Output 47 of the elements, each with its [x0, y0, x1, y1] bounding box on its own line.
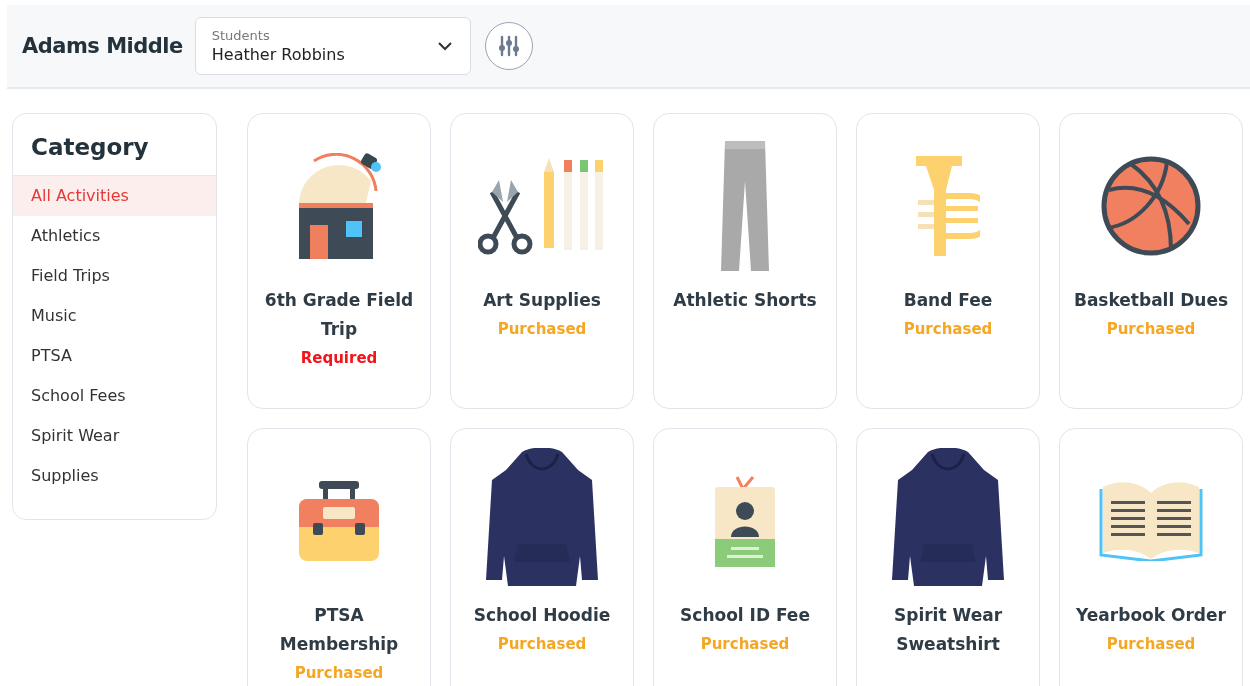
activity-status: Required: [300, 348, 378, 369]
activity-title: Basketball Dues: [1073, 289, 1229, 312]
trumpet-icon: [916, 156, 980, 256]
activity-title: Art Supplies: [483, 289, 601, 312]
activity-title: Yearbook Order: [1076, 604, 1226, 627]
activity-title: School ID Fee: [680, 604, 810, 627]
activity-card[interactable]: Yearbook Order Purchased: [1059, 428, 1243, 686]
open-book-icon: [1099, 481, 1203, 561]
category-item[interactable]: Music: [13, 296, 216, 336]
category-item[interactable]: Field Trips: [13, 256, 216, 296]
activity-status: Purchased: [903, 319, 993, 340]
activity-status: Purchased: [700, 634, 790, 655]
category-item[interactable]: Athletics: [13, 216, 216, 256]
activity-card[interactable]: Art Supplies Purchased: [450, 113, 634, 409]
activity-card[interactable]: 6th Grade Field Trip Required: [247, 113, 431, 409]
basketball-icon: [1101, 156, 1201, 256]
activity-status: Purchased: [1106, 634, 1196, 655]
activity-title: School Hoodie: [473, 604, 611, 627]
activity-title: Athletic Shorts: [673, 289, 817, 312]
chevron-down-icon: [437, 41, 452, 51]
activity-card[interactable]: School Hoodie Purchased: [450, 428, 634, 686]
activity-title: 6th Grade Field Trip: [263, 289, 415, 341]
activity-status: Purchased: [497, 634, 587, 655]
sweatpants-icon: [721, 139, 769, 273]
bag-icon: [297, 479, 381, 563]
activity-title: Spirit Wear Sweatshirt: [893, 604, 1003, 656]
activity-card[interactable]: Athletic Shorts: [653, 113, 837, 409]
activity-status: Purchased: [1106, 319, 1196, 340]
filter-button[interactable]: [484, 22, 533, 70]
activity-card[interactable]: Band Fee Purchased: [856, 113, 1040, 409]
activity-card[interactable]: Basketball Dues Purchased: [1059, 113, 1243, 409]
activity-title: PTSA Membership: [278, 604, 400, 656]
school-name: Adams Middle: [22, 34, 183, 58]
category-item[interactable]: Spirit Wear: [13, 416, 216, 456]
sliders-icon: [498, 35, 519, 57]
category-item[interactable]: PTSA: [13, 336, 216, 376]
activity-card[interactable]: Spirit Wear Sweatshirt: [856, 428, 1040, 686]
activity-status: Purchased: [497, 319, 587, 340]
id-card-icon: [715, 475, 775, 567]
student-select[interactable]: Students Heather Robbins: [194, 17, 471, 75]
category-item[interactable]: Supplies: [13, 456, 216, 496]
activity-card[interactable]: PTSA Membership Purchased: [247, 428, 431, 686]
category-item[interactable]: School Fees: [13, 376, 216, 416]
category-item[interactable]: All Activities: [13, 176, 216, 216]
activity-status: Purchased: [294, 663, 384, 684]
activity-title: Band Fee: [903, 289, 993, 312]
activity-card[interactable]: School ID Fee Purchased: [653, 428, 837, 686]
